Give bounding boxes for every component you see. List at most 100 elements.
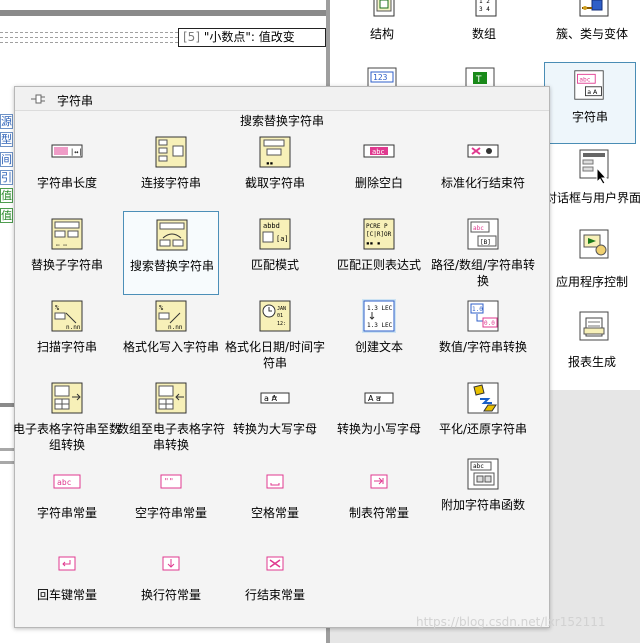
fn-to-upper[interactable]: a A 转换为大写字母 — [227, 381, 323, 463]
mouse-pointer-icon — [596, 166, 608, 188]
subpalette-titlebar[interactable]: 字符串 — [15, 87, 549, 111]
terminal-value[interactable]: 值 — [0, 208, 13, 223]
case-event-name: "小数点": 值改变 — [203, 30, 295, 44]
fn-space-constant[interactable]: 空格常量 — [227, 465, 323, 547]
array-to-spreadsheet-icon — [155, 382, 187, 414]
svg-text:a A: a A — [264, 394, 277, 403]
fn-label: 电子表格字符串至数组转换 — [12, 422, 121, 452]
fn-array-to-spreadsheet[interactable]: 数组至电子表格字符串转换 — [117, 381, 225, 463]
svg-text:1.3 LEC: 1.3 LEC — [367, 305, 393, 312]
fn-match-pattern[interactable]: abbd [a] 匹配模式 — [227, 217, 323, 299]
fn-format-datetime[interactable]: JAN 01 12: 格式化日期/时间字符串 — [225, 299, 325, 381]
fn-label: 匹配模式 — [250, 258, 299, 272]
diagram-structure-border — [0, 10, 330, 16]
string-subpalette: 字符串 搜索替换字符串 |↔| 字符串长度 连接字符串 ▪▪ 截取字符串 abc… — [13, 86, 550, 629]
number-string-icon: 1.00.0 — [467, 300, 499, 332]
fn-string-constant[interactable]: abc 字符串常量 — [19, 465, 115, 547]
flatten-icon — [467, 382, 499, 414]
to-lower-icon: A a — [364, 392, 394, 404]
fn-string-subset[interactable]: ▪▪ 截取字符串 — [227, 135, 323, 217]
fn-flatten[interactable]: 平化/还原字符串 — [435, 381, 531, 463]
empty-string-icon: "" — [160, 474, 182, 489]
fn-additional-string[interactable]: abc 附加字符串函数 — [435, 457, 531, 539]
svg-text:01: 01 — [277, 313, 283, 319]
fn-label: 替换子字符串 — [30, 258, 103, 272]
fn-number-string[interactable]: 1.0 0.0 数值/字符串转换 — [435, 299, 531, 381]
svg-text:abc: abc — [372, 148, 385, 156]
diagram-dashed-wire — [0, 42, 178, 43]
fn-label: 行结束常量 — [244, 588, 305, 602]
svg-text:abc: abc — [57, 478, 72, 487]
terminal-time[interactable]: 间 — [0, 152, 13, 167]
fn-tab-constant[interactable]: 制表符常量 — [331, 465, 427, 547]
pin-icon[interactable] — [30, 92, 46, 106]
search-replace-icon — [156, 219, 188, 251]
fn-label: 创建文本 — [354, 340, 403, 354]
svg-text:abc: abc — [473, 225, 484, 232]
replace-substring-icon: ⋯ ⋯ — [51, 218, 83, 250]
svg-text:123: 123 — [373, 73, 388, 82]
terminal-type[interactable]: 型 — [0, 132, 13, 147]
fn-label: 数组至电子表格字符串转换 — [116, 422, 225, 452]
svg-text:12:: 12: — [277, 321, 286, 327]
fn-label: 字符串常量 — [36, 506, 97, 520]
string-constant-icon: abc — [53, 474, 81, 489]
fn-label: 转换为小写字母 — [336, 422, 421, 436]
svg-text:▪▪: ▪▪ — [266, 160, 273, 167]
svg-text:"": "" — [164, 477, 174, 486]
fn-normalize-eol[interactable]: 标准化行结束符 — [435, 135, 531, 217]
subpalette-title: 字符串 — [57, 94, 94, 108]
fn-label: 匹配正则表达式 — [336, 258, 421, 272]
svg-text:abc: abc — [579, 76, 590, 83]
fn-to-lower[interactable]: A a 转换为小写字母 — [331, 381, 427, 463]
svg-text:⋯ ⋯: ⋯ ⋯ — [56, 242, 67, 249]
match-regex-icon: PCRE P[C|R]OR ▪▪ ▪ — [363, 218, 395, 250]
fn-eol-constant[interactable]: 行结束常量 — [227, 547, 323, 629]
svg-text:1 2: 1 2 — [479, 0, 490, 5]
fn-concatenate[interactable]: 连接字符串 — [123, 135, 219, 217]
fn-label: 扫描字符串 — [36, 340, 97, 354]
svg-text:3 4: 3 4 — [479, 6, 490, 13]
fn-format-into-string[interactable]: % n.nn 格式化写入字符串 — [123, 299, 219, 381]
terminal-source[interactable]: 源 — [0, 114, 13, 129]
concatenate-icon — [155, 136, 187, 168]
fn-label: 搜索替换字符串 — [129, 259, 214, 273]
svg-text:JAN: JAN — [277, 306, 286, 312]
fn-path-array-string[interactable]: abc [B] 路径/数组/字符串转换 — [431, 217, 535, 299]
svg-text:a A: a A — [587, 89, 598, 96]
svg-text:[B]: [B] — [480, 239, 491, 246]
fn-spreadsheet-to-array[interactable]: 电子表格字符串至数组转换 — [13, 381, 121, 463]
fn-label: 格式化写入字符串 — [122, 340, 219, 354]
string-length-icon: |↔| — [51, 144, 83, 158]
svg-text:[a]: [a] — [276, 235, 289, 243]
fn-lf-constant[interactable]: 换行符常量 — [123, 547, 219, 629]
build-text-icon: 1.3 LEC 1.3 LEC — [362, 299, 396, 333]
fn-build-text[interactable]: 1.3 LEC 1.3 LEC 创建文本 — [331, 299, 427, 381]
fn-empty-string[interactable]: "" 空字符串常量 — [123, 465, 219, 547]
palette-item-report[interactable]: 报表生成 — [544, 310, 640, 390]
palette-item-array[interactable]: 1 23 4 数组 — [436, 0, 532, 74]
fn-replace-substring[interactable]: ⋯ ⋯ 替换子字符串 — [19, 217, 115, 299]
fn-match-regex[interactable]: PCRE P [C|R]OR ▪▪ ▪ 匹配正则表达式 — [331, 217, 427, 299]
fn-string-length[interactable]: |↔| 字符串长度 — [19, 135, 115, 217]
svg-text:1.0: 1.0 — [472, 306, 483, 313]
palette-item-app-control[interactable]: 应用程序控制 — [544, 228, 640, 308]
lf-constant-icon — [162, 556, 180, 571]
fn-label: 标准化行结束符 — [440, 176, 525, 190]
palette-item-dialog[interactable]: 对话框与用户界面 — [544, 148, 640, 228]
fn-label: 截取字符串 — [244, 176, 305, 190]
palette-item-structure[interactable]: 结构 — [334, 0, 430, 74]
svg-text:|↔|: |↔| — [70, 148, 83, 156]
fn-label: 路径/数组/字符串转换 — [430, 258, 536, 288]
fn-search-replace[interactable]: 搜索替换字符串 — [123, 211, 219, 295]
string-icon: abc a A — [574, 70, 604, 100]
svg-text:n.nn: n.nn — [168, 324, 183, 331]
fn-cr-constant[interactable]: 回车键常量 — [19, 547, 115, 629]
watermark: https://blog.csdn.net/lxr152111 — [416, 615, 606, 629]
fn-trim-whitespace[interactable]: abc 删除空白 — [331, 135, 427, 217]
fn-label: 数值/字符串转换 — [438, 340, 528, 354]
fn-scan-from-string[interactable]: % n.nn 扫描字符串 — [19, 299, 115, 381]
spreadsheet-to-array-icon — [51, 382, 83, 414]
case-selector-label[interactable]: [5] "小数点": 值改变 — [178, 28, 326, 47]
palette-item-string[interactable]: abc a A 字符串 — [544, 62, 636, 144]
